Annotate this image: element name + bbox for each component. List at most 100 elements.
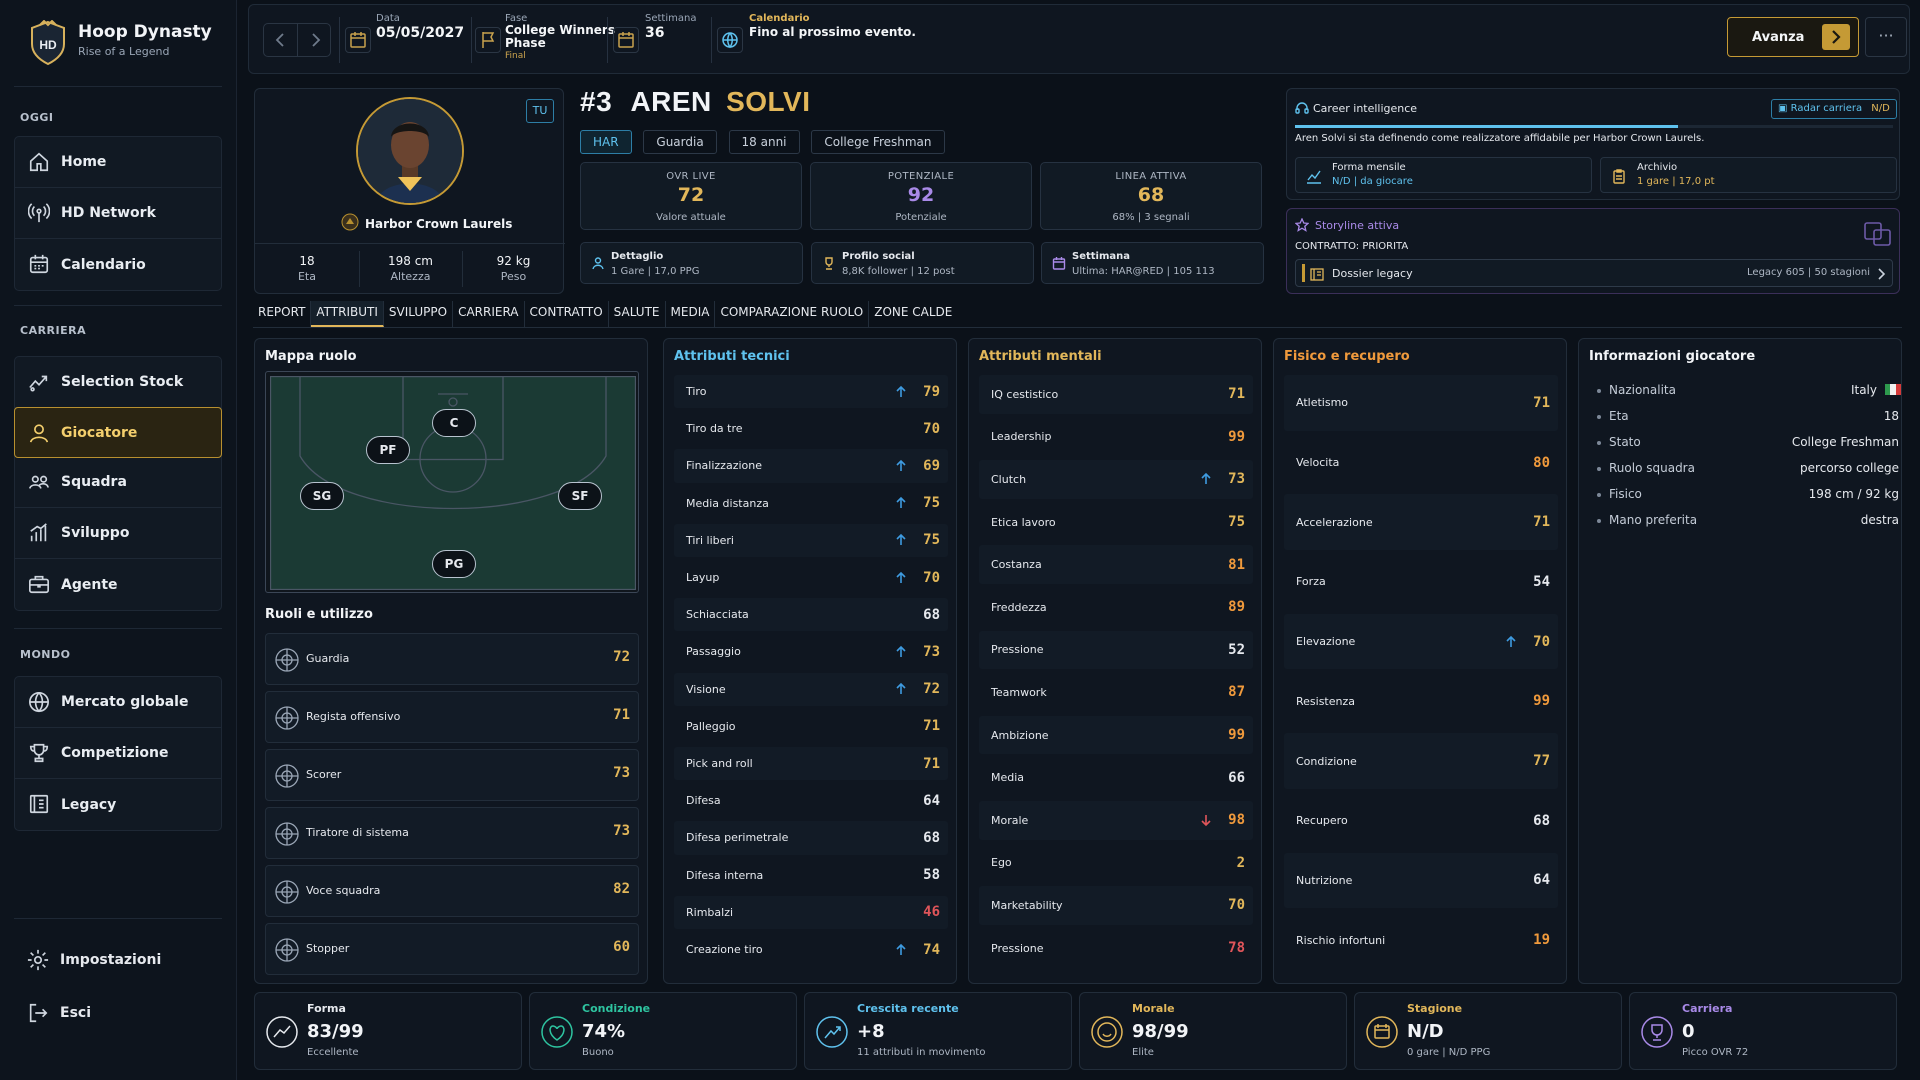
attribute-row[interactable]: Difesa 64 (674, 784, 948, 817)
position-pf[interactable]: PF (366, 436, 410, 464)
nav-selection-stock[interactable]: Selection Stock (15, 357, 221, 408)
summary-card-crescita-recente[interactable]: Crescita recente +8 11 attributi in movime… (804, 992, 1072, 1070)
attribute-row[interactable]: Visione 72 (674, 672, 948, 706)
archive-box[interactable]: Archivio 1 gare | 17,0 pt (1600, 157, 1897, 193)
role-row[interactable]: Voce squadra 82 (265, 865, 639, 917)
nav-home[interactable]: Home (15, 137, 221, 188)
summary-card-forma[interactable]: Forma 83/99 Eccellente (254, 992, 522, 1070)
attribute-row[interactable]: Finalizzazione 69 (674, 449, 948, 483)
nav-group-oggi: Home HD Network Calendario (14, 136, 222, 291)
attribute-row[interactable]: Difesa perimetrale 68 (674, 821, 948, 855)
mini-social[interactable]: Profilo social 8,8K follower | 12 post (811, 242, 1034, 284)
role-row[interactable]: Scorer 73 (265, 749, 639, 801)
mini-week[interactable]: Settimana Ultima: HAR@RED | 105 113 (1041, 242, 1264, 284)
attribute-row[interactable]: Leadership 99 (979, 418, 1253, 457)
radar-button[interactable]: ▣ Radar carriera N/D (1771, 99, 1897, 119)
nav-hd-network[interactable]: HD Network (15, 188, 221, 239)
role-row[interactable]: Tiratore di sistema 73 (265, 807, 639, 859)
role-name: Tiratore di sistema (306, 826, 409, 839)
nav-giocatore[interactable]: Giocatore (14, 407, 222, 458)
tab-media[interactable]: MEDIA (666, 301, 716, 327)
back-button[interactable] (264, 24, 298, 56)
attribute-row[interactable]: Pressione 52 (979, 630, 1253, 670)
attribute-row[interactable]: IQ cestistico 71 (979, 375, 1253, 414)
attribute-row[interactable]: Teamwork 87 (979, 673, 1253, 712)
position-sf[interactable]: SF (558, 482, 602, 510)
role-row[interactable]: Regista offensivo 71 (265, 691, 639, 743)
summary-card-stagione[interactable]: Stagione N/D 0 gare | N/D PPG (1354, 992, 1622, 1070)
attribute-row[interactable]: Recupero 68 (1284, 793, 1558, 849)
role-row[interactable]: Guardia 72 (265, 633, 639, 685)
attribute-row[interactable]: Marketability 70 (979, 886, 1253, 925)
tab-report[interactable]: REPORT (253, 301, 312, 327)
attribute-row[interactable]: Palleggio 71 (674, 710, 948, 743)
tab-zone-calde[interactable]: ZONE CALDE (869, 301, 957, 327)
svg-text:HD: HD (39, 38, 57, 52)
tab-attributi[interactable]: ATTRIBUTI (311, 301, 384, 327)
tab-contratto[interactable]: CONTRATTO (525, 301, 609, 327)
nav-impostazioni[interactable]: Impostazioni (14, 940, 222, 980)
attribute-row[interactable]: Condizione 77 (1284, 733, 1558, 789)
dossier-legacy-row[interactable]: Dossier legacy Legacy 605 | 50 stagioni (1295, 259, 1893, 287)
attribute-row[interactable]: Creazione tiro 74 (674, 933, 948, 966)
advance-button[interactable]: Avanza (1727, 17, 1859, 57)
attribute-row[interactable]: Passaggio 73 (674, 635, 948, 668)
position-c[interactable]: C (432, 409, 476, 437)
attribute-row[interactable]: Tiro 79 (674, 375, 948, 409)
position-pg[interactable]: PG (432, 550, 476, 578)
attribute-row[interactable]: Ambizione 99 (979, 715, 1253, 755)
nav-legacy[interactable]: Legacy (15, 779, 221, 830)
nav-agente[interactable]: Agente (15, 559, 221, 610)
attribute-row[interactable]: Atletismo 71 (1284, 375, 1558, 431)
mini-detail[interactable]: Dettaglio 1 Gare | 17,0 PPG (580, 242, 803, 284)
attribute-row[interactable]: Costanza 81 (979, 545, 1253, 584)
summary-card-carriera[interactable]: Carriera 0 Picco OVR 72 (1629, 992, 1897, 1070)
tab-carriera[interactable]: CARRIERA (453, 301, 525, 327)
attribute-row[interactable]: Tiro da tre 70 (674, 412, 948, 445)
copy-icon[interactable] (1863, 221, 1893, 247)
attribute-row[interactable]: Resistenza 99 (1284, 674, 1558, 730)
info-panel: Informazioni giocatore Nazionalita Italy E… (1578, 338, 1902, 984)
attribute-row[interactable]: Difesa interna 58 (674, 859, 948, 892)
attribute-name: Atletismo (1296, 396, 1349, 410)
nav-esci[interactable]: Esci (14, 993, 222, 1033)
attribute-row[interactable]: Accelerazione 71 (1284, 494, 1558, 551)
attribute-row[interactable]: Rischio infortuni 19 (1284, 912, 1558, 968)
attribute-row[interactable]: Clutch 73 (979, 460, 1253, 499)
position-sg[interactable]: SG (300, 482, 344, 510)
attribute-value: 71 (923, 755, 940, 772)
attribute-row[interactable]: Forza 54 (1284, 554, 1558, 610)
nav-sviluppo[interactable]: Sviluppo (15, 508, 221, 559)
attribute-row[interactable]: Tiri liberi 75 (674, 523, 948, 557)
nav-calendario[interactable]: Calendario (15, 239, 221, 290)
nav-competizione[interactable]: Competizione (15, 728, 221, 779)
building-icon (29, 794, 49, 814)
attribute-row[interactable]: Freddezza 89 (979, 588, 1253, 627)
summary-card-condizione[interactable]: Condizione 74% Buono (529, 992, 797, 1070)
attribute-row[interactable]: Rimbalzi 46 (674, 895, 948, 929)
nav-mercato-globale[interactable]: Mercato globale (15, 677, 221, 728)
attribute-row[interactable]: Pick and roll 71 (674, 747, 948, 781)
attribute-row[interactable]: Etica lavoro 75 (979, 503, 1253, 542)
role-row[interactable]: Stopper 60 (265, 923, 639, 975)
attribute-row[interactable]: Ego 2 (979, 844, 1253, 883)
attribute-row[interactable]: Morale 98 (979, 801, 1253, 840)
attribute-row[interactable]: Schiacciata 68 (674, 598, 948, 632)
more-button[interactable]: ··· (1865, 17, 1907, 57)
attribute-name: Rimbalzi (686, 905, 734, 919)
attribute-row[interactable]: Elevazione 70 (1284, 613, 1558, 670)
tab-sviluppo[interactable]: SVILUPPO (384, 301, 454, 327)
attribute-row[interactable]: Layup 70 (674, 561, 948, 594)
attribute-row[interactable]: Nutrizione 64 (1284, 852, 1558, 909)
monthly-form-box[interactable]: Forma mensile N/D | da giocare (1295, 157, 1592, 193)
forward-button[interactable] (298, 24, 332, 56)
attribute-row[interactable]: Velocita 80 (1284, 435, 1558, 491)
attribute-row[interactable]: Media 66 (979, 758, 1253, 797)
attribute-row[interactable]: Media distanza 75 (674, 487, 948, 520)
tab-salute[interactable]: SALUTE (609, 301, 666, 327)
nav-squadra[interactable]: Squadra (15, 457, 221, 508)
arrow-up-icon (896, 459, 906, 471)
attribute-row[interactable]: Pressione 78 (979, 929, 1253, 968)
summary-card-morale[interactable]: Morale 98/99 Elite (1079, 992, 1347, 1070)
tab-comparazione-ruolo[interactable]: COMPARAZIONE RUOLO (715, 301, 870, 327)
